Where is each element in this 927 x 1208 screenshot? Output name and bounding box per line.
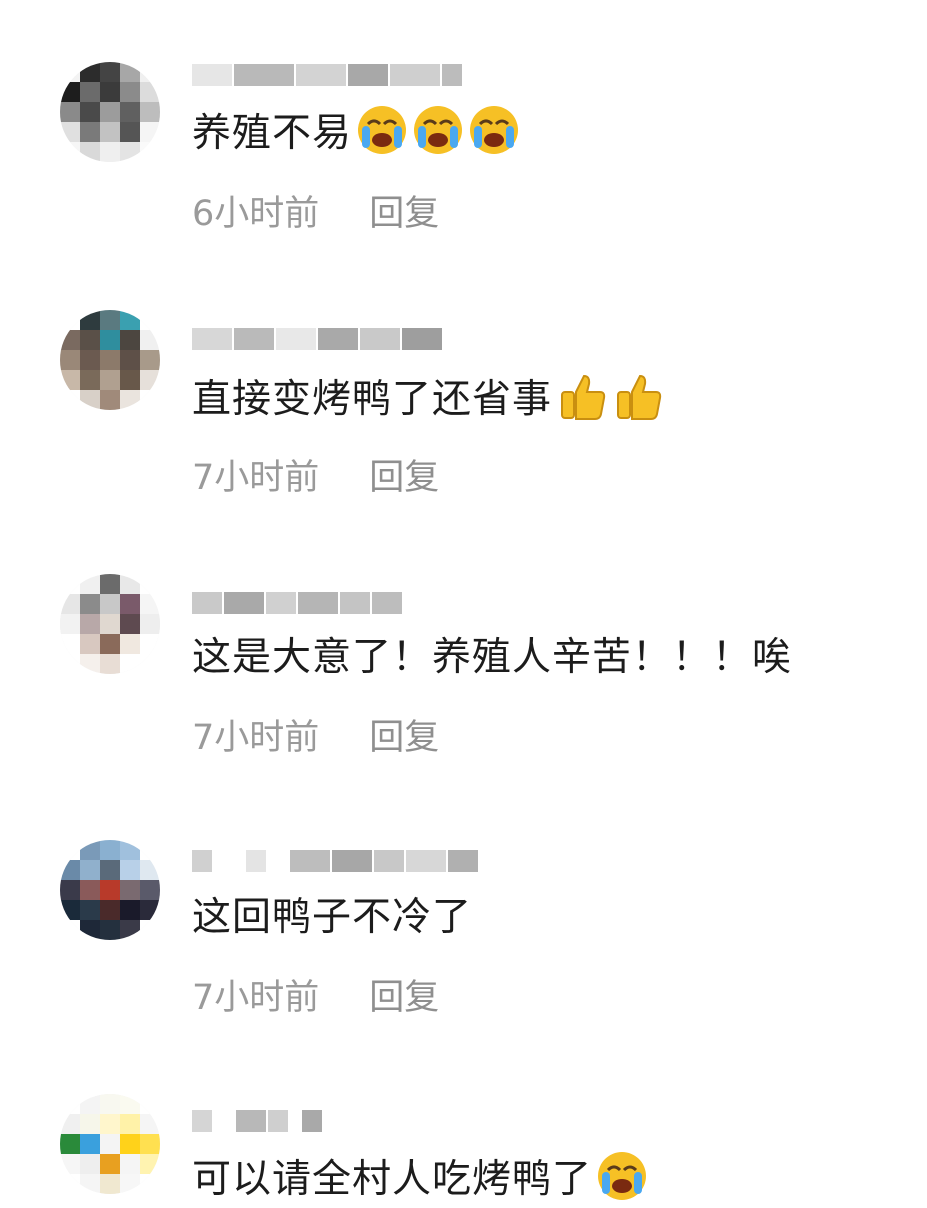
avatar[interactable] [60,840,160,940]
comment-body: 直接变烤鸭了还省事 [192,377,553,422]
avatar[interactable] [60,310,160,410]
loudly-crying-face-icon [598,1152,647,1200]
username-blurred[interactable] [192,584,404,614]
reply-button[interactable]: 回复 [369,192,439,236]
comment-body: 养殖不易 [192,111,353,156]
comment-item: 可以请全村人吃烤鸭了 [0,1040,927,1202]
thumbs-up-icon [617,374,662,420]
comment-meta: 7小时前 回复 [192,456,439,500]
comment-item: 这回鸭子不冷了 7小时前 回复 [0,780,927,1040]
loudly-crying-face-icon [470,106,519,154]
username-blurred[interactable] [192,842,480,872]
comment-body: 这是大意了！养殖人辛苦！！！唉 [192,635,793,680]
reply-button[interactable]: 回复 [369,976,439,1020]
comment-item: 这是大意了！养殖人辛苦！！！唉 7小时前 回复 [0,520,927,780]
comment-text: 这回鸭子不冷了 [192,890,472,946]
comment-time: 7小时前 [192,458,320,498]
comment-item: 直接变烤鸭了还省事 7小时前 回复 [0,260,927,520]
username-blurred[interactable] [192,320,444,350]
comment-body: 可以请全村人吃烤鸭了 [192,1157,593,1202]
comment-item: 养殖不易 6小时前 回复 [0,0,927,260]
comment-text: 直接变烤鸭了还省事 [192,370,664,428]
comment-meta: 7小时前 回复 [192,716,439,760]
avatar[interactable] [60,1094,160,1194]
thumbs-up-icon [561,374,606,420]
comment-time: 6小时前 [192,194,320,234]
reply-button[interactable]: 回复 [369,716,439,760]
comment-meta: 7小时前 回复 [192,976,439,1020]
username-blurred[interactable] [192,56,464,86]
loudly-crying-face-icon [358,106,407,154]
avatar[interactable] [60,62,160,162]
username-blurred[interactable] [192,1102,324,1132]
comment-body: 这回鸭子不冷了 [192,895,473,940]
comment-list: 养殖不易 6小时前 回复 直接变烤鸭了还省事 7小时前 回复 这是大意了！养殖人… [0,0,927,1202]
avatar[interactable] [60,574,160,674]
loudly-crying-face-icon [414,106,463,154]
comment-text: 这是大意了！养殖人辛苦！！！唉 [192,630,792,686]
comment-text: 养殖不易 [192,104,520,162]
comment-meta: 6小时前 回复 [192,192,439,236]
comment-time: 7小时前 [192,978,320,1018]
reply-button[interactable]: 回复 [369,456,439,500]
comment-text: 可以请全村人吃烤鸭了 [192,1150,648,1208]
comment-time: 7小时前 [192,718,320,758]
